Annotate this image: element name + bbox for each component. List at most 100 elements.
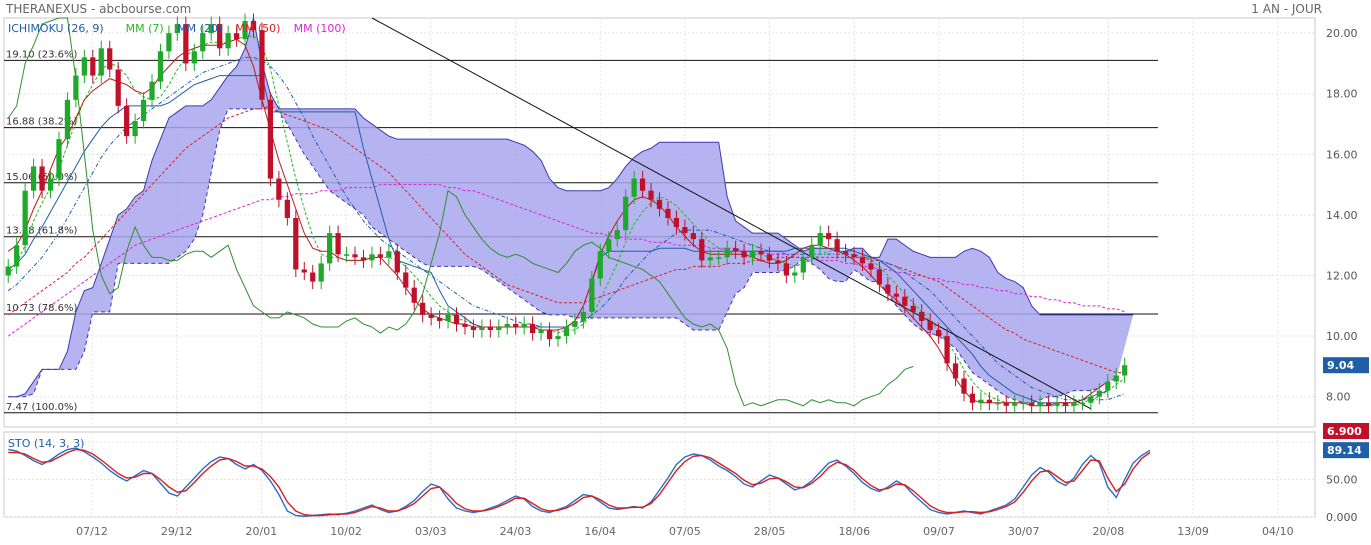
candle-body [470, 327, 477, 331]
candle-body [124, 105, 130, 137]
candle-body [1012, 402, 1018, 406]
candle-body [766, 254, 773, 261]
candle-body [623, 196, 629, 231]
y-tick-label: 20.00 [1326, 27, 1358, 40]
candle-body [496, 327, 502, 331]
legend-item: MM (50) [235, 22, 280, 35]
x-tick-label: 07/12 [76, 525, 108, 538]
candle-body [910, 305, 916, 312]
legend-item: MM (7) [126, 22, 164, 35]
candle-body [377, 254, 384, 258]
x-tick-label: 04/10 [1262, 525, 1294, 538]
candle-body [868, 263, 874, 270]
candle-body [293, 217, 299, 270]
candle-body [758, 251, 764, 255]
candle-body [809, 245, 815, 258]
candle-body [1071, 402, 1077, 406]
sto-title: STO (14, 3, 3) [8, 437, 84, 450]
candle-body [30, 166, 37, 191]
candle-body [22, 190, 28, 246]
candle-body [716, 257, 722, 259]
candle-body [792, 272, 798, 276]
candle-body [369, 254, 375, 261]
candle-body [428, 314, 434, 318]
candle-body [436, 317, 443, 321]
candle-body [487, 327, 493, 331]
x-tick-label: 16/04 [584, 525, 616, 538]
candle-body [462, 323, 468, 328]
candle-body [5, 266, 11, 276]
candle-body [648, 190, 654, 200]
candle-body [445, 314, 451, 321]
candle-body [276, 178, 282, 200]
candle-body [81, 57, 87, 76]
x-tick-label: 10/02 [330, 525, 362, 538]
price-low-badge: 6.900 [1327, 425, 1362, 438]
candle-body [707, 257, 713, 261]
candle-body [513, 323, 519, 328]
candle-body [986, 399, 992, 403]
candle-body [73, 75, 79, 100]
x-tick-label: 30/07 [1008, 525, 1040, 538]
candle-body [360, 257, 367, 261]
candle-body [1105, 381, 1111, 391]
candle-body [783, 263, 789, 276]
candle-body [1037, 402, 1043, 406]
candle-body [1062, 402, 1069, 406]
candle-body [386, 251, 392, 258]
candle-body [826, 233, 832, 240]
candle-body [140, 99, 147, 122]
candle-body [563, 327, 570, 337]
candle-body [935, 330, 942, 337]
candle-body [352, 254, 358, 258]
x-tick-label: 28/05 [754, 525, 786, 538]
x-tick-label: 18/06 [838, 525, 870, 538]
candle-body [893, 293, 899, 297]
candle-body [39, 166, 45, 191]
candle-body [944, 336, 950, 364]
candle-body [656, 199, 663, 209]
candle-body [817, 233, 823, 246]
candle-body [851, 254, 857, 258]
candle-body [699, 239, 705, 261]
candle-body [335, 233, 341, 255]
candle-body [453, 314, 460, 324]
candle-body [166, 33, 172, 52]
candle-body [597, 251, 603, 279]
candle-body [301, 269, 307, 273]
candle-body [1029, 402, 1035, 406]
candle-body [665, 208, 671, 218]
sto-y-tick-label: 50.00 [1326, 474, 1358, 487]
y-tick-label: 18.00 [1326, 88, 1358, 101]
y-tick-label: 10.00 [1326, 330, 1358, 343]
candle-body [420, 302, 426, 315]
candle-body [902, 296, 908, 306]
x-tick-label: 07/05 [669, 525, 701, 538]
candle-body [1113, 375, 1119, 382]
candle-body [157, 51, 164, 82]
candle-body [225, 33, 231, 49]
candle-body [546, 330, 553, 340]
candle-body [403, 272, 409, 288]
candle-body [521, 323, 527, 328]
candle-body [724, 248, 730, 258]
candle-body [800, 257, 806, 273]
chart-svg: 19.10 (23.6%)16.88 (38.2%)15.06 (50.0%)1… [0, 0, 1371, 541]
candle-body [90, 57, 96, 76]
candle-body [149, 81, 155, 100]
candle-body [927, 320, 933, 331]
candle-body [1020, 402, 1026, 405]
chart-root: 19.10 (23.6%)16.88 (38.2%)15.06 (50.0%)1… [0, 0, 1371, 541]
x-tick-label: 20/01 [246, 525, 278, 538]
candle-body [47, 178, 54, 191]
candle-body [555, 336, 561, 340]
candle-body [885, 284, 891, 294]
candle-body [343, 254, 350, 256]
candle-body [842, 251, 849, 255]
candle-body [673, 217, 680, 228]
sto-y-tick-label: 0.000 [1326, 511, 1358, 524]
x-tick-label: 20/08 [1093, 525, 1125, 538]
candle-body [580, 311, 586, 321]
candle-body [318, 263, 324, 282]
candle-body [1122, 365, 1128, 376]
